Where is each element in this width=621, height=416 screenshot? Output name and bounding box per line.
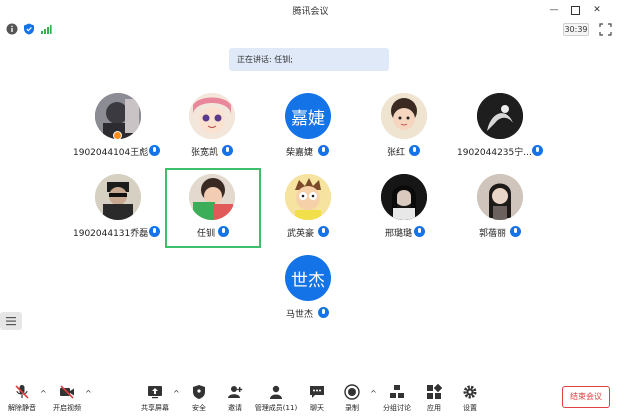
fullscreen-icon[interactable] bbox=[599, 23, 612, 36]
participant-name: 任钏 bbox=[197, 229, 216, 239]
apps-icon bbox=[427, 384, 442, 399]
record-button[interactable]: 录制 bbox=[332, 378, 372, 416]
start-video-button[interactable]: 开启视频 bbox=[47, 378, 87, 416]
mic-icon bbox=[218, 226, 229, 237]
shield-icon[interactable] bbox=[23, 23, 35, 35]
unmute-button[interactable]: 解除静音 bbox=[2, 378, 42, 416]
chat-icon bbox=[310, 386, 324, 398]
avatar bbox=[477, 93, 523, 139]
participant-name: 1902044104王彪 bbox=[73, 148, 149, 158]
mic-muted-icon bbox=[15, 385, 29, 399]
member-list-toggle[interactable] bbox=[0, 312, 22, 330]
close-icon[interactable]: ✕ bbox=[590, 3, 604, 17]
window-title: 腾讯会议 bbox=[292, 7, 329, 17]
chevron-up-icon[interactable]: ^ bbox=[85, 390, 93, 398]
speaking-banner: 正在讲话: 任钏; bbox=[229, 48, 389, 71]
settings-label: 设置 bbox=[463, 404, 477, 412]
mic-icon bbox=[149, 145, 160, 156]
minimize-icon[interactable]: — bbox=[547, 3, 561, 17]
shield-icon bbox=[193, 385, 205, 399]
avatar bbox=[285, 174, 331, 220]
video-off-icon bbox=[60, 385, 74, 399]
avatar bbox=[189, 174, 235, 220]
mic-icon bbox=[149, 226, 160, 237]
start-video-label: 开启视频 bbox=[53, 404, 81, 412]
participant-name: 柴嘉婕 bbox=[286, 148, 314, 158]
members-icon bbox=[270, 385, 282, 399]
breakout-icon bbox=[390, 385, 404, 398]
participant-name: 郭蓓丽 bbox=[479, 229, 507, 239]
participant-name: 武英豪 bbox=[287, 229, 315, 239]
meeting-timer: 30:39 bbox=[563, 23, 589, 36]
add-user-icon bbox=[228, 386, 243, 398]
end-meeting-button[interactable]: 结束会议 bbox=[562, 386, 610, 408]
participant-name: 张红 bbox=[387, 148, 406, 158]
maximize-icon[interactable] bbox=[568, 3, 582, 17]
bottom-toolbar: 解除静音 ^ 开启视频 ^ 共享屏幕 ^ 安全 邀请 管理成员(11) 聊天 录… bbox=[0, 378, 621, 416]
avatar bbox=[381, 93, 427, 139]
list-icon bbox=[6, 317, 16, 326]
participant-name: 张宽凯 bbox=[191, 148, 219, 158]
participant-name: 1902044131乔磊 bbox=[73, 229, 149, 239]
mic-icon bbox=[318, 145, 329, 156]
mic-icon bbox=[532, 145, 543, 156]
mic-icon bbox=[222, 145, 233, 156]
participant-name: 邢璐璐 bbox=[385, 229, 413, 239]
avatar bbox=[381, 174, 427, 220]
mic-icon bbox=[510, 226, 521, 237]
mic-icon bbox=[414, 226, 425, 237]
record-icon bbox=[344, 384, 360, 400]
info-icon[interactable] bbox=[6, 23, 18, 35]
avatar: 嘉婕 bbox=[285, 93, 331, 139]
avatar: 世杰 bbox=[285, 255, 331, 301]
host-badge-icon bbox=[113, 131, 122, 140]
mic-icon bbox=[318, 307, 329, 318]
share-screen-icon bbox=[148, 386, 162, 399]
settings-button[interactable]: 设置 bbox=[450, 378, 490, 416]
participant-name: 马世杰 bbox=[286, 310, 314, 320]
status-bar: 30:39 bbox=[0, 20, 621, 39]
gear-icon bbox=[463, 385, 477, 399]
title-bar: 腾讯会议 — ✕ bbox=[0, 0, 621, 20]
avatar bbox=[189, 93, 235, 139]
signal-icon[interactable] bbox=[40, 23, 52, 35]
mic-icon bbox=[318, 226, 329, 237]
avatar bbox=[95, 174, 141, 220]
participant-name: 1902044235宁... bbox=[457, 148, 532, 158]
mic-icon bbox=[409, 145, 420, 156]
avatar bbox=[477, 174, 523, 220]
